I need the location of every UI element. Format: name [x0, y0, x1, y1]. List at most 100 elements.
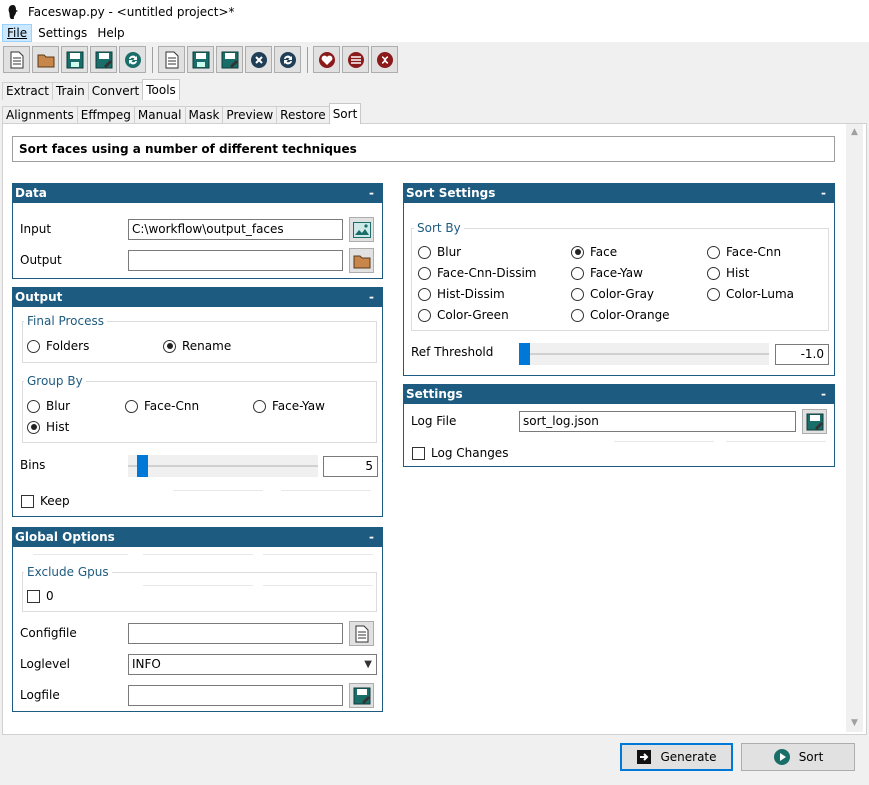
save-project-as-button[interactable] [90, 46, 117, 73]
menu-file[interactable]: File [2, 24, 33, 42]
tab-tools[interactable]: Tools [142, 79, 180, 100]
radio-circle [707, 245, 720, 259]
sort-by-hist-dissim[interactable]: Hist-Dissim [418, 287, 505, 301]
configfile-label: Configfile [20, 626, 77, 640]
faint-divider [143, 585, 253, 586]
tab-effmpeg[interactable]: Effmpeg [76, 106, 135, 124]
save-icon [806, 413, 823, 430]
sort-label: Sort [798, 750, 824, 764]
save-project-button[interactable] [61, 46, 88, 73]
logfile-field[interactable] [128, 685, 343, 706]
sort-by-face-cnn[interactable]: Face-Cnn [707, 245, 781, 259]
radio-label: Folders [46, 339, 90, 353]
open-project-button[interactable] [32, 46, 59, 73]
data-panel-header[interactable]: Data - [13, 184, 382, 203]
loglevel-select[interactable]: INFO ▼ [128, 654, 377, 675]
bins-spinbox[interactable]: 5 [323, 456, 378, 477]
tab-preview[interactable]: Preview [222, 106, 278, 124]
output-panel-header[interactable]: Output - [13, 288, 382, 307]
sort-by-face-yaw[interactable]: Face-Yaw [571, 266, 643, 280]
scroll-up-icon[interactable]: ▲ [846, 124, 863, 141]
radio-circle [707, 287, 720, 301]
keep-checkbox[interactable]: Keep [21, 494, 70, 508]
group-by-face-cnn[interactable]: Face-Cnn [125, 399, 199, 413]
new-project-button[interactable] [3, 46, 30, 73]
reload-task-button[interactable] [274, 46, 301, 73]
sort-by-blur[interactable]: Blur [418, 245, 461, 259]
slider-thumb[interactable] [137, 455, 148, 477]
sort-button[interactable]: Sort [741, 743, 855, 771]
sort-by-hist[interactable]: Hist [707, 266, 749, 280]
final-process-rename[interactable]: Rename [163, 339, 231, 353]
settings-title: Settings [406, 387, 463, 401]
tab-manual[interactable]: Manual [133, 106, 186, 124]
tab-restore[interactable]: Restore [276, 106, 330, 124]
configfile-field[interactable] [128, 623, 343, 644]
scroll-down-icon[interactable]: ▼ [846, 715, 863, 732]
sort-by-color-green[interactable]: Color-Green [418, 308, 509, 322]
data-panel-collapse[interactable]: - [369, 184, 374, 203]
save-task-button[interactable] [187, 46, 214, 73]
new-task-button[interactable] [158, 46, 185, 73]
input-field[interactable]: C:\workflow\output_faces [128, 219, 343, 240]
global-options-header[interactable]: Global Options - [13, 528, 382, 547]
output-browse-button[interactable] [349, 248, 374, 273]
sort-by-color-luma[interactable]: Color-Luma [707, 287, 794, 301]
sort-settings-collapse[interactable]: - [821, 184, 826, 203]
sort-settings-header[interactable]: Sort Settings - [404, 184, 834, 203]
input-browse-button[interactable] [349, 217, 374, 242]
donate-button[interactable] [313, 46, 340, 73]
sort-by-face[interactable]: Face [571, 245, 617, 259]
sort-by-face-cnn-dissim[interactable]: Face-Cnn-Dissim [418, 266, 537, 280]
toolbar [0, 43, 869, 76]
tab-alignments[interactable]: Alignments [2, 106, 78, 124]
ref-threshold-slider[interactable] [519, 343, 769, 365]
tab-sort[interactable]: Sort [328, 103, 362, 124]
save-as-icon [221, 51, 238, 68]
group-by-face-yaw[interactable]: Face-Yaw [253, 399, 325, 413]
tab-mask[interactable]: Mask [184, 106, 224, 124]
folder-icon [37, 54, 54, 67]
configfile-browse-button[interactable] [349, 621, 374, 646]
radio-circle [27, 399, 40, 413]
generate-button[interactable]: Generate [620, 743, 733, 771]
sort-by-color-gray[interactable]: Color-Gray [571, 287, 654, 301]
group-by-blur[interactable]: Blur [27, 399, 70, 413]
github-button[interactable] [371, 46, 398, 73]
exclude-gpu-0-checkbox[interactable]: 0 [27, 589, 54, 603]
tab-train[interactable]: Train [51, 82, 89, 100]
global-options-collapse[interactable]: - [369, 528, 374, 547]
output-panel-collapse[interactable]: - [369, 288, 374, 307]
tools-tabs: Alignments Effmpeg Manual Mask Preview R… [2, 103, 362, 124]
sort-by-color-orange[interactable]: Color-Orange [571, 308, 670, 322]
checkbox-label: Keep [40, 494, 70, 508]
vertical-scrollbar[interactable]: ▲ ▼ [846, 124, 863, 732]
radio-circle [27, 339, 40, 353]
tab-convert[interactable]: Convert [87, 82, 144, 100]
radio-circle [571, 287, 584, 301]
forum-button[interactable] [342, 46, 369, 73]
log-changes-checkbox[interactable]: Log Changes [412, 446, 508, 460]
ref-threshold-spinbox[interactable]: -1.0 [775, 344, 829, 365]
group-by-hist[interactable]: Hist [27, 420, 69, 434]
slider-thumb[interactable] [519, 343, 530, 365]
log-file-browse-button[interactable] [802, 409, 827, 434]
settings-collapse[interactable]: - [821, 385, 826, 404]
save-task-as-button[interactable] [216, 46, 243, 73]
reload-project-button[interactable] [119, 46, 146, 73]
output-field[interactable] [128, 250, 343, 271]
final-process-folders[interactable]: Folders [27, 339, 89, 353]
save-icon [353, 687, 370, 704]
bins-slider[interactable] [128, 455, 318, 477]
clear-task-button[interactable] [245, 46, 272, 73]
window-title: Faceswap.py - <untitled project>* [28, 5, 235, 19]
logfile-browse-button[interactable] [349, 683, 374, 708]
menu-settings[interactable]: Settings [34, 24, 91, 42]
radio-circle [418, 245, 431, 259]
log-file-field[interactable]: sort_log.json [519, 411, 796, 432]
checkbox-box [412, 446, 425, 460]
menu-help[interactable]: Help [93, 24, 128, 42]
chevron-down-icon[interactable]: ▼ [364, 655, 372, 674]
settings-header[interactable]: Settings - [404, 385, 834, 404]
tab-extract[interactable]: Extract [2, 82, 53, 100]
